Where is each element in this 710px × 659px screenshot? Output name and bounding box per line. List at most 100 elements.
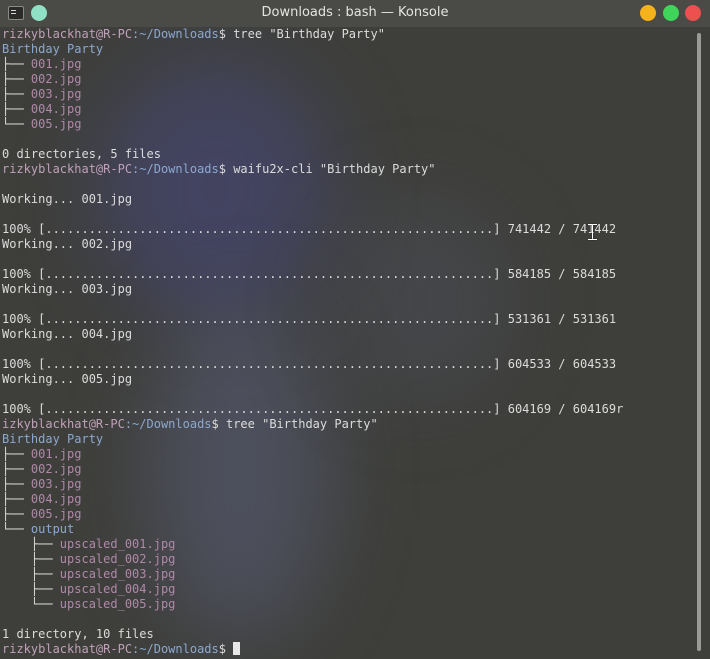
prompt-path: :~/Downloads <box>132 642 219 656</box>
tree-file-line: ├── upscaled_004.jpg <box>2 582 696 597</box>
maximize-button[interactable] <box>663 5 679 21</box>
file-name: upscaled_002.jpg <box>59 552 176 566</box>
output-line: 100% [..................................… <box>2 222 696 237</box>
tree-file-line: ├── upscaled_001.jpg <box>2 537 696 552</box>
output-text: 100% [..................................… <box>2 402 624 416</box>
file-name: 003.jpg <box>30 87 82 101</box>
output-line: 1 directory, 10 files <box>2 627 696 642</box>
file-name: 004.jpg <box>30 492 82 506</box>
prompt-line: rizkyblackhat@R-PC:~/Downloads$ tree "Bi… <box>2 27 696 42</box>
output-text: 100% [..................................… <box>2 357 617 371</box>
tree-file-line: ├── 005.jpg <box>2 507 696 522</box>
tree-file-line: ├── 004.jpg <box>2 102 696 117</box>
directory-name: Birthday Party <box>2 432 104 446</box>
prompt-line: rizkyblackhat@R-PC:~/Downloads$ <box>2 642 696 657</box>
tree-file-line: └── 005.jpg <box>2 117 696 132</box>
output-line: Working... 002.jpg <box>2 237 696 252</box>
prompt-user: rizkyblackhat@R-PC <box>2 27 133 41</box>
tree-file-line: ├── 002.jpg <box>2 72 696 87</box>
tree-branch: ├── <box>2 567 60 581</box>
tree-branch: ├── <box>2 87 31 101</box>
output-text: 100% [..................................… <box>2 222 617 236</box>
prompt-user: izkyblackhat@R-PC <box>2 417 125 431</box>
output-line: 100% [..................................… <box>2 402 696 417</box>
output-text: 1 directory, 10 files <box>2 627 154 641</box>
output-line: 100% [..................................… <box>2 357 696 372</box>
prompt-user: rizkyblackhat@R-PC <box>2 642 133 656</box>
tree-branch: └── <box>2 522 31 536</box>
file-name: 003.jpg <box>30 477 82 491</box>
prompt-line: rizkyblackhat@R-PC:~/Downloads$ waifu2x-… <box>2 162 696 177</box>
output-line: 0 directories, 5 files <box>2 147 696 162</box>
tree-branch: ├── <box>2 72 31 86</box>
tree-file-line: ├── upscaled_003.jpg <box>2 567 696 582</box>
prompt-user: rizkyblackhat@R-PC <box>2 162 133 176</box>
output-text: 0 directories, 5 files <box>2 147 161 161</box>
terminal-cursor <box>233 642 241 655</box>
tree-file-line: └── upscaled_005.jpg <box>2 597 696 612</box>
file-name: upscaled_004.jpg <box>59 582 176 596</box>
file-name: upscaled_003.jpg <box>59 567 176 581</box>
prompt-path: :~/Downloads <box>124 417 212 431</box>
tree-branch: ├── <box>2 477 31 491</box>
tree-branch: └── <box>2 117 31 131</box>
command-text: tree "Birthday Party" <box>225 417 378 431</box>
title-bar[interactable]: Downloads : bash — Konsole <box>0 0 710 27</box>
output-text: Working... 003.jpg <box>2 282 133 296</box>
output-text: Working... 002.jpg <box>2 237 133 251</box>
file-name: 005.jpg <box>30 507 82 521</box>
file-name: 001.jpg <box>30 57 82 71</box>
output-text: Working... 001.jpg <box>2 192 133 206</box>
file-name: upscaled_001.jpg <box>59 537 176 551</box>
tree-branch: ├── <box>2 462 31 476</box>
tree-branch: ├── <box>2 537 60 551</box>
prompt-path: :~/Downloads <box>132 27 219 41</box>
tree-branch: ├── <box>2 492 31 506</box>
window-title: Downloads : bash — Konsole <box>261 5 449 20</box>
prompt-symbol: $ <box>218 27 234 41</box>
terminal-output[interactable]: rizkyblackhat@R-PC:~/Downloads$ tree "Bi… <box>2 27 696 659</box>
output-line: Working... 005.jpg <box>2 372 696 387</box>
tree-branch: ├── <box>2 552 60 566</box>
output-line: Working... 001.jpg <box>2 192 696 207</box>
output-text: 100% [..................................… <box>2 312 617 326</box>
file-name: 001.jpg <box>30 447 82 461</box>
file-name: upscaled_005.jpg <box>59 597 176 611</box>
minimize-button[interactable] <box>640 5 656 21</box>
tree-branch: ├── <box>2 582 60 596</box>
file-name: 002.jpg <box>30 72 82 86</box>
tree-file-line: ├── 002.jpg <box>2 462 696 477</box>
directory-name: Birthday Party <box>2 42 104 56</box>
command-text: tree "Birthday Party" <box>233 27 385 41</box>
tree-directory-line: Birthday Party <box>2 42 696 57</box>
tree-file-line: ├── upscaled_002.jpg <box>2 552 696 567</box>
tree-branch: └── <box>2 597 60 611</box>
prompt-symbol: $ <box>218 642 234 656</box>
output-line: Working... 003.jpg <box>2 282 696 297</box>
directory-name: output <box>30 522 75 536</box>
prompt-symbol: $ <box>218 162 234 176</box>
file-name: 004.jpg <box>30 102 82 116</box>
tree-branch: ├── <box>2 447 31 461</box>
prompt-symbol: $ <box>211 417 226 431</box>
prompt-line: izkyblackhat@R-PC:~/Downloads$ tree "Bir… <box>2 417 696 432</box>
output-line: 100% [..................................… <box>2 312 696 327</box>
file-name: 005.jpg <box>30 117 82 131</box>
output-text: Working... 004.jpg <box>2 327 133 341</box>
scrollbar[interactable] <box>697 33 701 651</box>
output-text: Working... 005.jpg <box>2 372 133 386</box>
prompt-path: :~/Downloads <box>132 162 219 176</box>
tree-branch: ├── <box>2 507 31 521</box>
tree-file-line: ├── 001.jpg <box>2 447 696 462</box>
tree-directory-line: └── output <box>2 522 696 537</box>
close-button[interactable] <box>685 5 701 21</box>
output-line: Working... 004.jpg <box>2 327 696 342</box>
output-line: 100% [..................................… <box>2 267 696 282</box>
